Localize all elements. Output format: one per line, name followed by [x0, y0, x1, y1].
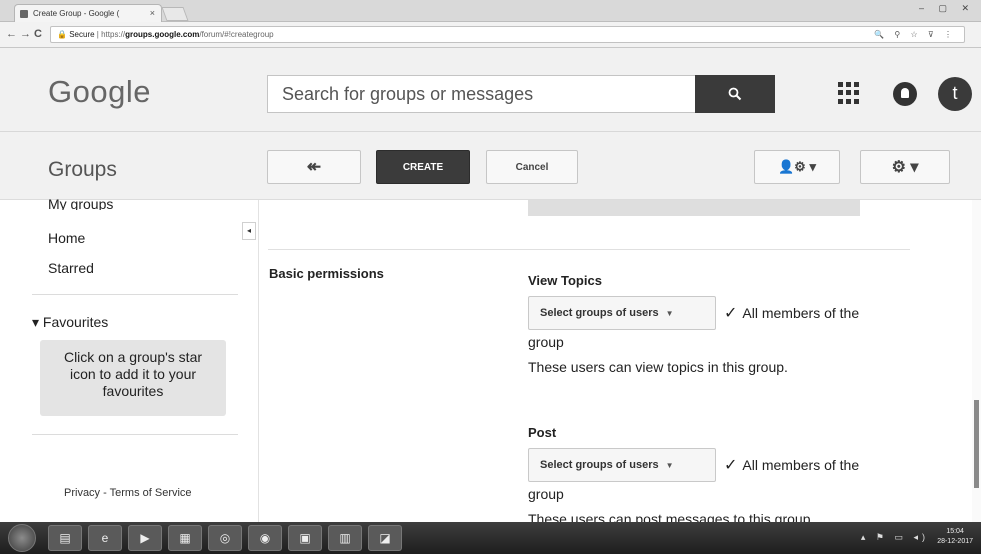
post-value: ✓ All members of the	[724, 455, 859, 475]
permission-value-wrap: group	[528, 486, 564, 502]
select-button-label: Select groups of users	[540, 307, 659, 319]
internet-explorer-icon[interactable]: e	[88, 525, 122, 551]
members-settings-button[interactable]: 👤⚙ ▾	[754, 150, 840, 184]
firefox-icon[interactable]: ◉	[248, 525, 282, 551]
avatar[interactable]: t	[938, 77, 972, 111]
google-logo[interactable]: Google	[48, 74, 151, 110]
omnibox-action-icons[interactable]: 🔍 ⚲ ☆ ⊽ ⋮	[874, 30, 956, 39]
post-select-button[interactable]: Select groups of users ▼	[528, 448, 716, 482]
url-host: groups.google.com	[125, 30, 200, 39]
pdf-reader-icon[interactable]: ◪	[368, 525, 402, 551]
apps-grid-icon[interactable]	[838, 82, 860, 104]
back-arrow-icon[interactable]: ←	[6, 28, 17, 40]
settings-button[interactable]: ⚙ ▾	[860, 150, 950, 184]
collapse-sidebar-icon[interactable]: ◂	[242, 222, 256, 240]
system-tray-icons[interactable]: ▴ ⚑ ▭ ◂)	[861, 532, 929, 543]
tab-title: Create Group - Google (	[33, 9, 120, 18]
search-input[interactable]: Search for groups or messages	[267, 75, 695, 113]
sidebar: My groups Home Starred ▾ Favourites Clic…	[0, 196, 240, 522]
chevron-down-icon: ▼	[665, 308, 674, 318]
page-title[interactable]: Groups	[48, 158, 117, 182]
view-topics-select-button[interactable]: Select groups of users ▼	[528, 296, 716, 330]
address-bar: ← → C 🔒 Secure | https://groups.google.c…	[0, 22, 981, 48]
taskbar: ▤ e ▶ ▦ ◎ ◉ ▣ ▥ ◪ ▴ ⚑ ▭ ◂) 15:04 28-12-2…	[0, 522, 981, 554]
favourites-toggle[interactable]: ▾ Favourites	[32, 314, 108, 331]
select-button-label: Select groups of users	[540, 459, 659, 471]
sidebar-divider	[32, 294, 238, 295]
permission-value: All members of the	[742, 305, 860, 321]
secure-label: Secure	[69, 30, 95, 39]
groups-toolbar: Groups ↞ CREATE Cancel 👤⚙ ▾ ⚙ ▾	[0, 132, 981, 200]
sidebar-item-starred[interactable]: Starred	[48, 260, 94, 276]
section-divider	[268, 249, 910, 250]
notifications-icon[interactable]	[893, 82, 917, 106]
sidebar-divider	[32, 434, 238, 435]
permission-title-post: Post	[528, 425, 557, 440]
favourites-hint: Click on a group's star icon to add it t…	[40, 340, 226, 416]
app-icon[interactable]: ▣	[288, 525, 322, 551]
browser-tab[interactable]: Create Group - Google ( ×	[14, 4, 162, 22]
window-controls[interactable]: – ▢ ✕	[919, 3, 975, 14]
chrome-icon[interactable]: ◎	[208, 525, 242, 551]
google-header: Google Search for groups or messages t	[0, 48, 981, 132]
view-topics-value: ✓ All members of the	[724, 303, 859, 323]
favourites-hint-line: icon to add it to your	[69, 366, 197, 382]
sidebar-item-home[interactable]: Home	[48, 230, 85, 246]
chevron-down-icon: ▼	[665, 460, 674, 470]
new-tab-button[interactable]	[161, 7, 189, 21]
media-player-icon[interactable]: ▶	[128, 525, 162, 551]
start-button[interactable]	[8, 524, 36, 552]
permission-value: All members of the	[742, 457, 860, 473]
favourites-hint-line: Click on a group's star	[63, 349, 203, 365]
scrollbar[interactable]	[972, 200, 981, 522]
back-button[interactable]: ↞	[267, 150, 361, 184]
permission-title-view-topics: View Topics	[528, 273, 602, 288]
create-button[interactable]: CREATE	[376, 150, 470, 184]
permission-value-wrap: group	[528, 334, 564, 350]
check-icon: ✓	[724, 457, 738, 474]
search-button[interactable]	[695, 75, 775, 113]
groups-favicon-icon	[20, 10, 28, 18]
privacy-terms-link[interactable]: Privacy - Terms of Service	[64, 487, 192, 499]
browser-tab-strip: Create Group - Google ( × – ▢ ✕	[0, 0, 981, 22]
app-icon[interactable]: ▦	[168, 525, 202, 551]
section-label: Basic permissions	[269, 266, 384, 281]
previous-section-strip	[528, 200, 860, 216]
file-explorer-icon[interactable]: ▤	[48, 525, 82, 551]
clock-time: 15:04	[946, 528, 964, 535]
search-icon	[728, 87, 742, 101]
sidebar-item-my-groups[interactable]: My groups	[48, 196, 113, 210]
forward-arrow-icon[interactable]: →	[20, 28, 31, 40]
main-content: Basic permissions View Topics Select gro…	[262, 200, 981, 527]
sidebar-separator	[258, 200, 259, 522]
url-field[interactable]: 🔒 Secure | https://groups.google.com/for…	[50, 26, 965, 43]
reload-icon[interactable]: C	[34, 28, 42, 40]
favourites-hint-line: favourites	[102, 383, 164, 399]
permission-description: These users can view topics in this grou…	[528, 359, 788, 375]
cancel-button[interactable]: Cancel	[486, 150, 578, 184]
clock-date: 28-12-2017	[937, 538, 973, 545]
lock-icon: 🔒	[57, 30, 67, 39]
tab-close-icon[interactable]: ×	[150, 8, 155, 18]
url-prefix: https://	[101, 30, 126, 39]
url-path: /forum/#!creategroup	[199, 30, 274, 39]
check-icon: ✓	[724, 305, 738, 322]
app-icon[interactable]: ▥	[328, 525, 362, 551]
clock[interactable]: 15:04 28-12-2017	[937, 527, 973, 547]
scrollbar-thumb[interactable]	[974, 400, 979, 488]
